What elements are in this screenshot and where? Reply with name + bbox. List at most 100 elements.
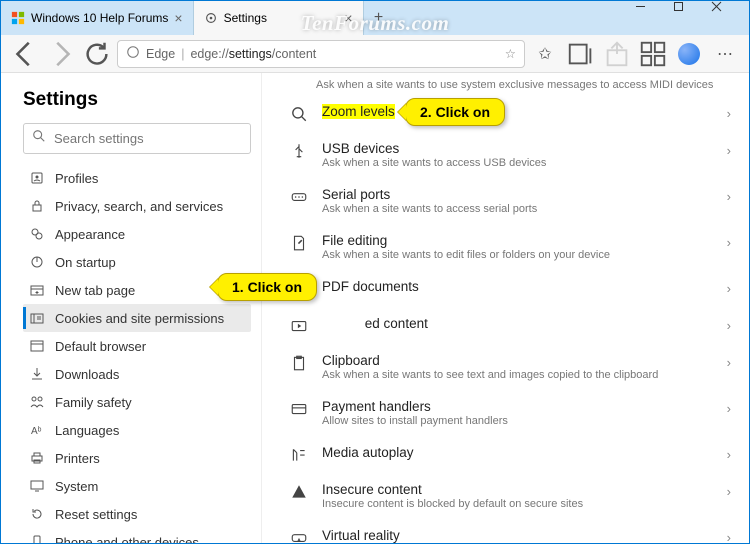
browser-icon	[29, 338, 45, 354]
setting-desc: Allow sites to install payment handlers	[322, 415, 713, 427]
chevron-right-icon: ›	[727, 279, 731, 296]
sidebar-label: On startup	[55, 255, 116, 270]
chevron-right-icon: ›	[727, 233, 731, 250]
newtab-icon	[29, 282, 45, 298]
sidebar-item-lang[interactable]: Aᵇ Languages	[23, 416, 251, 444]
phone-icon	[29, 534, 45, 543]
share-button[interactable]	[601, 39, 633, 69]
extensions-button[interactable]	[637, 39, 669, 69]
protected-icon	[290, 316, 308, 335]
setting-title: Insecure content	[322, 482, 713, 497]
chevron-right-icon: ›	[727, 445, 731, 462]
close-button[interactable]	[711, 1, 749, 35]
refresh-button[interactable]	[81, 39, 113, 69]
avatar	[678, 43, 700, 65]
setting-zoom[interactable]: Zoom levels›	[290, 95, 731, 132]
setting-insecure[interactable]: Insecure contentInsecure content is bloc…	[290, 473, 731, 519]
vr-icon	[290, 528, 308, 543]
family-icon	[29, 394, 45, 410]
lang-icon: Aᵇ	[29, 422, 45, 438]
sidebar: Settings ProfilesPrivacy, search, and se…	[1, 73, 261, 543]
tab-forums[interactable]: Windows 10 Help Forums ×	[1, 1, 194, 35]
setting-desc: Insecure content is blocked by default o…	[322, 498, 713, 510]
close-icon[interactable]: ×	[174, 10, 182, 26]
reset-icon	[29, 506, 45, 522]
new-tab-button[interactable]: +	[364, 1, 394, 35]
sidebar-label: Profiles	[55, 171, 98, 186]
sidebar-item-power[interactable]: On startup	[23, 248, 251, 276]
sidebar-label: Privacy, search, and services	[55, 199, 223, 214]
profile-button[interactable]	[673, 39, 705, 69]
sidebar-label: Default browser	[55, 339, 146, 354]
setting-usb[interactable]: USB devicesAsk when a site wants to acce…	[290, 132, 731, 178]
menu-button[interactable]: ⋯	[709, 39, 741, 69]
clipboard-icon	[290, 353, 308, 372]
cookies-icon	[29, 310, 45, 326]
tab-title: Windows 10 Help Forums	[31, 11, 168, 25]
truncated-desc: Ask when a site wants to use system excl…	[290, 79, 731, 91]
setting-clipboard[interactable]: ClipboardAsk when a site wants to see te…	[290, 344, 731, 390]
search-icon	[32, 129, 46, 148]
sidebar-label: Languages	[55, 423, 119, 438]
setting-payment[interactable]: Payment handlersAllow sites to install p…	[290, 390, 731, 436]
search-input[interactable]	[54, 131, 242, 146]
window-controls	[635, 1, 749, 35]
download-icon	[29, 366, 45, 382]
sidebar-label: Cookies and site permissions	[55, 311, 224, 326]
forward-button[interactable]	[45, 39, 77, 69]
setting-desc: Ask when a site wants to edit files or f…	[322, 249, 713, 261]
sidebar-item-family[interactable]: Family safety	[23, 388, 251, 416]
back-button[interactable]	[9, 39, 41, 69]
setting-file[interactable]: File editingAsk when a site wants to edi…	[290, 224, 731, 270]
zoom-icon	[290, 104, 308, 123]
svg-text:Aᵇ: Aᵇ	[31, 426, 42, 437]
sidebar-item-cookies[interactable]: Cookies and site permissions	[23, 304, 251, 332]
setting-title: USB devices	[322, 141, 713, 156]
setting-vr[interactable]: Virtual realityAsk when a site wants to …	[290, 519, 731, 543]
chevron-right-icon: ›	[727, 187, 731, 204]
sidebar-item-browser[interactable]: Default browser	[23, 332, 251, 360]
setting-protected[interactable]: Protected content›	[290, 307, 731, 344]
favorites-button[interactable]: ✩	[529, 39, 561, 69]
sidebar-item-system[interactable]: System	[23, 472, 251, 500]
payment-icon	[290, 399, 308, 418]
sidebar-label: New tab page	[55, 283, 135, 298]
minimize-button[interactable]	[635, 1, 673, 35]
sidebar-label: System	[55, 479, 98, 494]
tab-settings[interactable]: Settings ×	[194, 1, 364, 35]
callout-1: 1. Click on	[217, 273, 317, 301]
sidebar-label: Appearance	[55, 227, 125, 242]
chevron-right-icon: ›	[727, 141, 731, 158]
sidebar-item-printer[interactable]: Printers	[23, 444, 251, 472]
media-icon	[290, 445, 308, 464]
setting-pdf[interactable]: PDFPDF documents›	[290, 270, 731, 307]
close-icon[interactable]: ×	[344, 10, 352, 26]
collections-button[interactable]	[565, 39, 597, 69]
setting-media[interactable]: Media autoplay ›	[290, 436, 731, 473]
setting-title: Media autoplay	[322, 445, 713, 460]
chevron-right-icon: ›	[727, 353, 731, 370]
favorite-icon[interactable]: ☆	[505, 46, 516, 61]
toolbar: Edge | edge://settings/content ☆ ✩ ⋯	[1, 35, 749, 73]
favicon-forums	[11, 11, 25, 25]
sidebar-item-appearance[interactable]: Appearance	[23, 220, 251, 248]
titlebar: Windows 10 Help Forums × Settings × +	[1, 1, 749, 35]
maximize-button[interactable]	[673, 1, 711, 35]
address-bar[interactable]: Edge | edge://settings/content ☆	[117, 40, 525, 68]
sidebar-item-download[interactable]: Downloads	[23, 360, 251, 388]
power-icon	[29, 254, 45, 270]
search-settings[interactable]	[23, 123, 251, 154]
setting-title: Clipboard	[322, 353, 713, 368]
main-panel: Ask when a site wants to use system excl…	[261, 73, 749, 543]
setting-serial[interactable]: Serial portsAsk when a site wants to acc…	[290, 178, 731, 224]
sidebar-label: Printers	[55, 451, 100, 466]
edge-icon	[126, 45, 140, 62]
sidebar-item-phone[interactable]: Phone and other devices	[23, 528, 251, 543]
sidebar-label: Phone and other devices	[55, 535, 199, 544]
favicon-settings	[204, 11, 218, 25]
sidebar-item-profile[interactable]: Profiles	[23, 164, 251, 192]
appearance-icon	[29, 226, 45, 242]
sidebar-item-reset[interactable]: Reset settings	[23, 500, 251, 528]
serial-icon	[290, 187, 308, 206]
sidebar-item-lock[interactable]: Privacy, search, and services	[23, 192, 251, 220]
